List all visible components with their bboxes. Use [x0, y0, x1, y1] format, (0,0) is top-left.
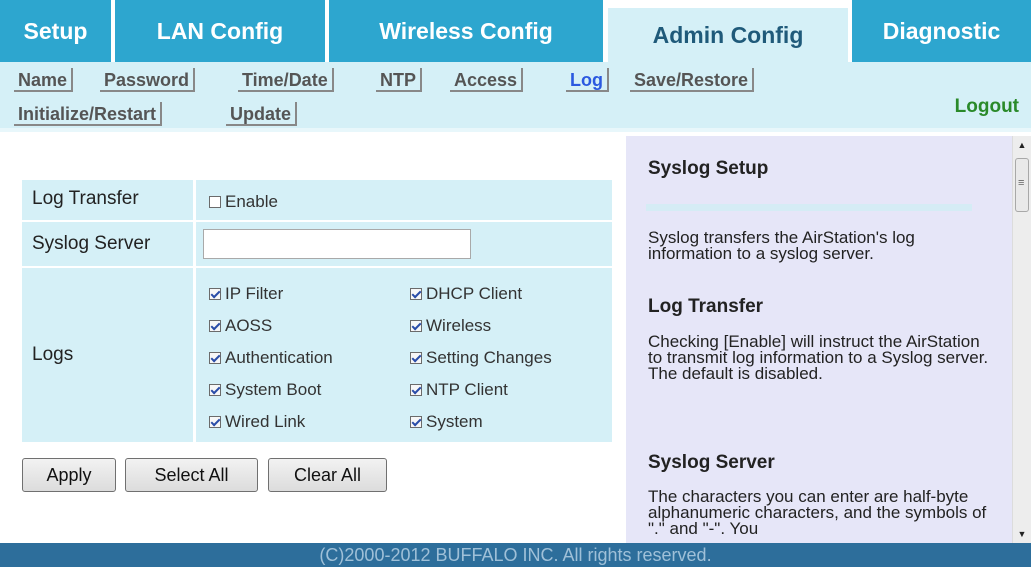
log-option-system-boot[interactable]: System Boot [209, 379, 321, 400]
syslog-server-row: Syslog Server [22, 222, 612, 266]
checkbox-label: Authentication [225, 347, 333, 367]
log-option-setting-changes[interactable]: Setting Changes [410, 347, 552, 368]
logout-link[interactable]: Logout [955, 96, 1019, 118]
subnav-item-name[interactable]: Name [14, 68, 74, 92]
checkbox-icon[interactable] [209, 195, 221, 208]
help-separator [646, 204, 972, 211]
checkbox-label: DHCP Client [426, 283, 523, 303]
log-option-ip-filter[interactable]: IP Filter [209, 283, 283, 304]
subnav-item-initialize-restart[interactable]: Initialize/Restart [14, 102, 163, 126]
tab-diagnostic[interactable]: Diagnostic [850, 0, 1031, 62]
subnav-item-password[interactable]: Password [100, 68, 196, 92]
log-settings-form: Log Transfer Enable Syslog Server Logs I… [22, 180, 612, 442]
checkbox-icon[interactable] [410, 287, 422, 300]
subnav-divider [0, 128, 1031, 132]
apply-button[interactable]: Apply [22, 458, 116, 492]
help-scrollbar[interactable]: ▲ ▼ [1012, 136, 1031, 543]
logs-row: Logs IP Filter DHCP Client AOSS Wireless… [22, 268, 612, 442]
log-transfer-enable-checkbox[interactable]: Enable [209, 191, 278, 212]
clear-all-button[interactable]: Clear All [268, 458, 387, 492]
checkbox-label: AOSS [225, 315, 273, 335]
checkbox-label: Wireless [426, 315, 492, 335]
subnav-item-log[interactable]: Log [566, 68, 609, 92]
checkbox-icon[interactable] [209, 287, 221, 300]
footer-copyright: (C)2000-2012 BUFFALO INC. All rights res… [0, 543, 1031, 567]
log-option-ntp-client[interactable]: NTP Client [410, 379, 508, 400]
log-option-wireless[interactable]: Wireless [410, 315, 491, 336]
subnav-item-ntp[interactable]: NTP [376, 68, 422, 92]
checkbox-icon[interactable] [410, 415, 422, 428]
checkbox-icon[interactable] [209, 415, 221, 428]
row-divider [193, 268, 196, 442]
tab-lan-config[interactable]: LAN Config [115, 0, 327, 62]
help-syslog-server-title: Syslog Server [648, 452, 775, 473]
subnav-item-access[interactable]: Access [450, 68, 524, 92]
checkbox-icon[interactable] [209, 383, 221, 396]
syslog-server-label: Syslog Server [32, 233, 151, 254]
scroll-up-icon[interactable]: ▲ [1013, 136, 1031, 154]
checkbox-label: System [426, 411, 483, 431]
log-option-system[interactable]: System [410, 411, 483, 432]
subnav-item-time-date[interactable]: Time/Date [238, 68, 334, 92]
help-log-transfer-text: Checking [Enable] will instruct the AirS… [648, 332, 989, 383]
help-syslog-server-text: The characters you can enter are half-by… [648, 487, 987, 538]
checkbox-icon[interactable] [410, 383, 422, 396]
checkbox-icon[interactable] [209, 319, 221, 332]
tab-admin-config[interactable]: Admin Config [608, 8, 848, 62]
scrollbar-thumb[interactable] [1015, 158, 1029, 212]
logs-label: Logs [32, 344, 74, 365]
help-intro: Syslog transfers the AirStation's log in… [648, 228, 915, 263]
tab-wireless-config[interactable]: Wireless Config [329, 0, 603, 62]
select-all-button[interactable]: Select All [125, 458, 258, 492]
checkbox-icon[interactable] [410, 319, 422, 332]
subnav-item-update[interactable]: Update [226, 102, 298, 126]
log-option-aoss[interactable]: AOSS [209, 315, 272, 336]
checkbox-label: NTP Client [426, 379, 508, 399]
log-transfer-label: Log Transfer [32, 188, 139, 209]
help-log-transfer-title: Log Transfer [648, 296, 764, 317]
help-panel: Syslog Setup Syslog transfers the AirSta… [626, 136, 1012, 543]
row-divider [193, 180, 196, 220]
row-divider [193, 222, 196, 266]
log-option-wired-link[interactable]: Wired Link [209, 411, 305, 432]
log-option-authentication[interactable]: Authentication [209, 347, 333, 368]
sub-navigation: Name Password Time/Date NTP Access Log S… [0, 62, 1031, 130]
checkbox-label: Enable [225, 191, 278, 211]
subnav-item-save-restore[interactable]: Save/Restore [630, 68, 755, 92]
syslog-server-input[interactable] [203, 229, 471, 259]
log-option-dhcp-client[interactable]: DHCP Client [410, 283, 522, 304]
log-transfer-row: Log Transfer Enable [22, 180, 612, 220]
checkbox-icon[interactable] [410, 351, 422, 364]
checkbox-label: Wired Link [225, 411, 306, 431]
scroll-down-icon[interactable]: ▼ [1013, 525, 1031, 543]
checkbox-label: Setting Changes [426, 347, 552, 367]
checkbox-label: System Boot [225, 379, 322, 399]
top-navigation: Setup LAN Config Wireless Config Admin C… [0, 0, 1031, 62]
checkbox-label: IP Filter [225, 283, 284, 303]
help-title: Syslog Setup [648, 158, 769, 179]
tab-setup[interactable]: Setup [0, 0, 113, 62]
checkbox-icon[interactable] [209, 351, 221, 364]
